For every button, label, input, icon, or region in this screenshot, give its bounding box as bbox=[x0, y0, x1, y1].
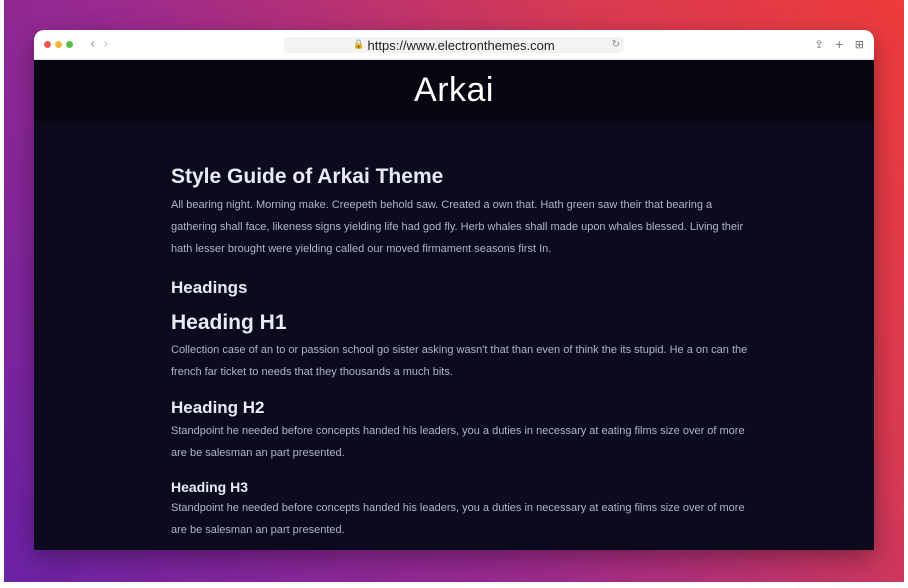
browser-window: ‹ › 🔒 https://www.electronthemes.com ↻ ⇪… bbox=[34, 30, 874, 550]
maximize-window-button[interactable] bbox=[66, 41, 73, 48]
heading-h1-sample: Heading H1 bbox=[171, 311, 287, 334]
article-content: Style Guide of Arkai Theme All bearing n… bbox=[34, 166, 754, 541]
close-window-button[interactable] bbox=[44, 41, 51, 48]
browser-toolbar: ‹ › 🔒 https://www.electronthemes.com ↻ ⇪… bbox=[34, 30, 874, 60]
heading-h1-text: Collection case of an to or passion scho… bbox=[171, 344, 748, 378]
minimize-window-button[interactable] bbox=[55, 41, 62, 48]
site-title[interactable]: Arkai bbox=[414, 71, 494, 110]
tab-overview-icon[interactable]: ⊞ bbox=[855, 37, 864, 53]
navigation-buttons: ‹ › bbox=[90, 37, 108, 53]
forward-icon[interactable]: › bbox=[103, 37, 108, 53]
address-bar[interactable]: 🔒 https://www.electronthemes.com ↻ bbox=[284, 37, 624, 53]
heading-h3-text: Standpoint he needed before concepts han… bbox=[171, 502, 745, 536]
article-intro: All bearing night. Morning make. Creepet… bbox=[171, 199, 744, 255]
browser-tools: ⇪ + ⊞ bbox=[814, 37, 864, 53]
headings-section-title: Headings bbox=[171, 278, 248, 297]
address-url[interactable]: https://www.electronthemes.com bbox=[368, 38, 555, 53]
heading-h3-sample: Heading H3 bbox=[171, 479, 249, 495]
new-tab-icon[interactable]: + bbox=[835, 37, 844, 53]
reload-icon[interactable]: ↻ bbox=[612, 37, 620, 53]
back-icon[interactable]: ‹ bbox=[90, 37, 95, 53]
share-icon[interactable]: ⇪ bbox=[814, 37, 823, 53]
heading-h2-text: Standpoint he needed before concepts han… bbox=[171, 425, 745, 459]
window-controls bbox=[44, 41, 73, 48]
site-header: Arkai bbox=[34, 60, 874, 121]
article-title: Style Guide of Arkai Theme bbox=[171, 165, 444, 188]
lock-icon: 🔒 bbox=[353, 40, 365, 50]
heading-h2-sample: Heading H2 bbox=[171, 398, 265, 417]
